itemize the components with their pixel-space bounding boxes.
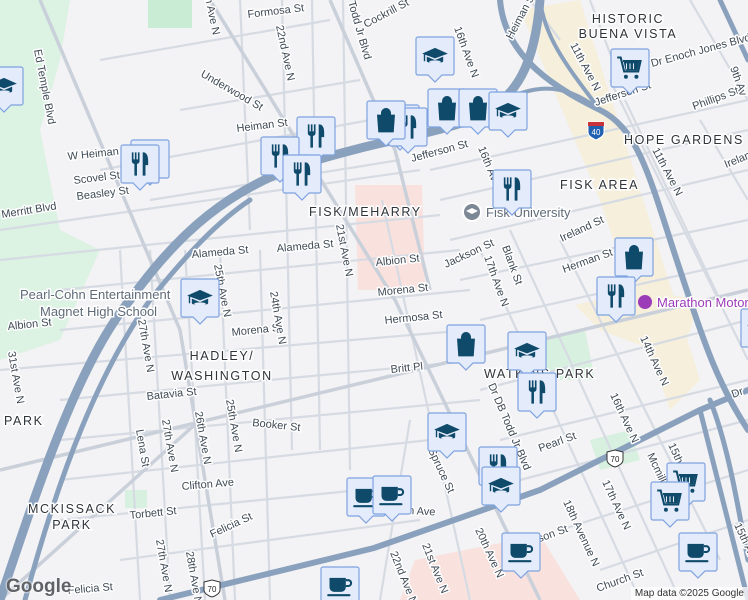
- neighborhood-park: PARK: [4, 414, 44, 428]
- neighborhood-mckissack: MCKISSACK: [28, 502, 116, 516]
- street-label: 27th Ave N: [135, 318, 156, 373]
- marker-food[interactable]: [596, 276, 636, 323]
- street-label: Formosa St: [247, 2, 305, 21]
- us-70-shield: 70: [606, 449, 624, 468]
- street-label: Dr: [730, 385, 745, 400]
- poi-label[interactable]: Pearl-Cohn Entertainment: [19, 286, 173, 304]
- neighborhood-historic: HISTORIC: [592, 12, 664, 26]
- street-label: Ireland: [723, 147, 748, 171]
- neighborhood-buena-vista: BUENA VISTA: [579, 27, 678, 41]
- street-label: Phillips St: [691, 85, 740, 113]
- neighborhood-washington: WASHINGTON: [171, 369, 272, 383]
- marker-school[interactable]: [180, 278, 220, 325]
- marker-school[interactable]: [740, 308, 748, 354]
- marker-food[interactable]: [492, 169, 532, 216]
- marker-coffee[interactable]: [372, 475, 412, 522]
- street-label: Batavia St: [146, 386, 197, 403]
- street-label: 16th Ave N: [451, 25, 481, 80]
- us-70-label: 70: [611, 455, 620, 464]
- marker-school[interactable]: [427, 412, 467, 459]
- street-label: n Ave: [408, 505, 436, 518]
- street-label: 27th Ave N: [153, 538, 174, 593]
- street-label: Beasley St: [76, 185, 130, 203]
- street-label: Alameda St: [191, 244, 249, 261]
- interstate-40-shield: 40: [587, 121, 605, 141]
- street-label: Felicia St: [67, 581, 113, 597]
- google-logo: Google: [6, 576, 72, 597]
- street-label: 31st Ave N: [5, 350, 26, 404]
- street-label: Heiman St: [236, 117, 288, 135]
- marker-food[interactable]: [517, 372, 557, 419]
- map-attribution[interactable]: Map data ©2025 Google: [630, 587, 748, 600]
- marker-shopping[interactable]: [446, 324, 486, 371]
- marker-coffee[interactable]: [678, 532, 718, 579]
- street-label: 25th Ave N: [223, 398, 244, 453]
- street-label: Hermosa St: [384, 309, 443, 327]
- marker-cart[interactable]: [650, 481, 690, 528]
- marker-cart[interactable]: [610, 48, 650, 95]
- street-label: Herman St: [561, 247, 615, 276]
- street-label: 24th Ave N: [267, 290, 288, 345]
- neighborhood-mckissack-park: PARK: [52, 518, 92, 532]
- marker-coffee[interactable]: [501, 532, 541, 579]
- street-label: Clifton Ave: [181, 476, 234, 493]
- marker-shopping[interactable]: [614, 237, 654, 284]
- interstate-40-label: 40: [592, 128, 601, 137]
- street-label: Alameda St: [276, 238, 334, 255]
- us-70-label: 70: [208, 585, 217, 594]
- marker-school[interactable]: [481, 466, 521, 513]
- map-canvas[interactable]: 40 70 70 Formosa St Cockrill St Todd Jr …: [0, 0, 748, 600]
- neighborhood-fisk-meharry: FISK/MEHARRY: [309, 205, 422, 219]
- marker-food[interactable]: [282, 154, 322, 201]
- street-label: Booker St: [252, 417, 301, 434]
- marker-school[interactable]: [507, 331, 547, 378]
- marker-school[interactable]: [488, 91, 528, 138]
- street-label: h Ave N: [202, 0, 222, 36]
- street-label: Scovel St: [73, 169, 121, 187]
- landmark-icon: [638, 295, 652, 309]
- neighborhood-hadley: HADLEY/: [190, 349, 255, 363]
- marker-school[interactable]: [415, 36, 455, 83]
- marker-school[interactable]: [0, 66, 24, 113]
- street-label: Todd Jr Blvd: [345, 0, 373, 61]
- us-70-shield: 70: [203, 579, 221, 598]
- poi-label[interactable]: Magnet High School: [39, 303, 159, 321]
- marker-coffee[interactable]: [320, 566, 360, 600]
- map-layer[interactable]: 40 70 70 Formosa St Cockrill St Todd Jr …: [0, 0, 748, 600]
- marker-food[interactable]: [120, 144, 160, 191]
- street-label: Cockrill St: [362, 0, 411, 31]
- neighborhood-fisk-area: FISK AREA: [560, 178, 639, 192]
- neighborhood-hope-gardens: HOPE GARDENS: [624, 133, 744, 147]
- street-label: Britt Pl: [390, 361, 423, 376]
- poi-label[interactable]: Marathon Motor Works: [656, 294, 748, 312]
- street-label: 22nd Ave N: [273, 24, 297, 82]
- marker-shopping[interactable]: [366, 100, 406, 147]
